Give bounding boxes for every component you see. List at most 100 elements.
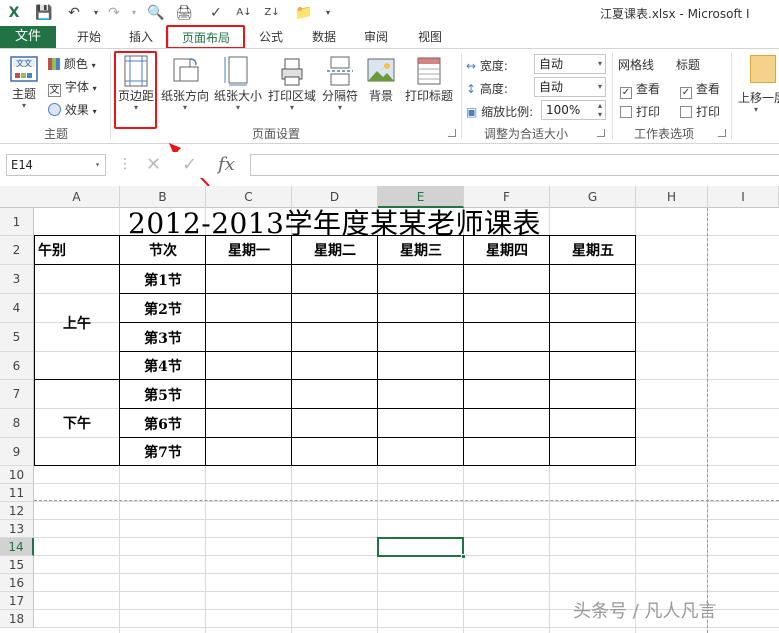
orientation-button[interactable]: 纸张方向 ▾ [160,55,210,112]
column-header-a[interactable]: A [34,186,120,208]
sort-asc-icon[interactable]: A↓ [234,3,254,23]
redo-icon[interactable]: ↷ [104,3,124,23]
active-cell-e14[interactable] [377,537,466,559]
name-box[interactable]: E14 ▾ [6,154,106,176]
row-header-11[interactable]: 11 [0,484,34,502]
tab-view[interactable]: 视图 [408,26,452,48]
column-header-h[interactable]: H [636,186,708,208]
morning-cell[interactable]: 上午 [34,265,120,380]
checkbox-checked-icon: ✓ [680,87,692,99]
scale-label: 缩放比例: [481,105,534,119]
undo-icon[interactable]: ↶ [64,3,84,23]
scale-launcher-icon[interactable] [597,129,605,137]
print-titles-icon [417,57,441,85]
header-monday[interactable]: 星期一 [206,236,292,264]
theme-group-label: 主题 [44,127,69,141]
row-header-4[interactable]: 4 [0,294,34,323]
quick-print-icon[interactable]: 🖨 [174,3,194,23]
row-header-1[interactable]: 1 [0,208,34,236]
tab-review[interactable]: 审阅 [354,26,398,48]
gridline [34,591,779,592]
colors-button[interactable]: 颜色 ▾ [48,55,96,72]
tab-file[interactable]: 文件 [0,26,56,48]
row-header-13[interactable]: 13 [0,520,34,538]
tab-insert[interactable]: 插入 [118,26,164,48]
customize-qat-icon[interactable]: ▾ [318,3,338,23]
header-tuesday[interactable]: 星期二 [292,236,378,264]
enter-icon[interactable]: ✓ [182,154,197,175]
session-cell[interactable]: 第7节 [120,438,206,466]
worksheet-grid[interactable]: ABCDEFGHI 1 2 3 4 5 6 7 8 9 10 11 12 13 14 15 16 17 18 20… [0,186,779,633]
session-cell[interactable]: 第2节 [120,294,206,323]
row-header-14[interactable]: 14 [0,538,34,556]
open-folder-icon[interactable]: 📁 [294,3,314,23]
row-header-10[interactable]: 10 [0,466,34,484]
print-preview-icon[interactable]: 🔍 [146,3,166,23]
print-titles-button[interactable]: 打印标题 [402,55,456,104]
gridlines-print-checkbox[interactable]: 打印 [620,103,660,120]
height-select[interactable]: 自动 ▾ [534,77,606,97]
header-session[interactable]: 节次 [120,236,206,264]
spelling-icon[interactable]: ✓ [206,3,226,23]
session-cell[interactable]: 第5节 [120,380,206,409]
tab-data[interactable]: 数据 [302,26,346,48]
chevron-down-icon: ▾ [337,103,342,112]
gridline [34,519,779,520]
row-header-17[interactable]: 17 [0,592,34,610]
ribbon-tabs: 文件 开始 插入 页面布局 公式 数据 审阅 视图 [0,26,779,48]
chevron-down-icon: ▾ [91,61,96,70]
session-cell[interactable]: 第4节 [120,352,206,380]
gridlines-view-checkbox[interactable]: ✓ 查看 [620,80,660,99]
redo-dropdown-icon[interactable]: ▾ [124,3,144,23]
breaks-button[interactable]: 分隔符 ▾ [320,55,360,112]
bring-forward-label: 上移一层 [738,91,779,105]
header-period[interactable]: 午别 [34,236,120,264]
header-friday[interactable]: 星期五 [550,236,636,264]
tab-home[interactable]: 开始 [66,26,112,48]
formula-input[interactable] [250,154,779,176]
tab-highlight-annotation [166,25,245,49]
row-header-12[interactable]: 12 [0,502,34,520]
column-header-i[interactable]: I [708,186,779,208]
bring-forward-button[interactable]: 上移一层 ▾ [738,55,779,114]
headings-view-checkbox[interactable]: ✓ 查看 [680,80,720,99]
row-header-6[interactable]: 6 [0,352,34,380]
afternoon-cell[interactable]: 下午 [34,380,120,466]
sort-desc-icon[interactable]: Z↓ [262,3,282,23]
row-header-9[interactable]: 9 [0,438,34,466]
row-header-2[interactable]: 2 [0,236,34,265]
tab-formulas[interactable]: 公式 [250,26,292,48]
row-header-3[interactable]: 3 [0,265,34,294]
session-cell[interactable]: 第6节 [120,409,206,438]
effects-button[interactable]: 效果 ▾ [48,101,97,118]
save-icon[interactable]: 💾 [34,3,54,23]
column-header-g[interactable]: G [550,186,636,208]
session-cell[interactable]: 第3节 [120,323,206,352]
session-cell[interactable]: 第1节 [120,265,206,294]
row-header-7[interactable]: 7 [0,380,34,409]
gridlines-view-label: 查看 [636,82,661,96]
themes-button[interactable]: 文文 主题 ▾ [6,55,42,110]
sheet-title: 2012-2013学年度某某老师课表 [128,207,541,240]
group-divider [612,53,613,139]
row-header-18[interactable]: 18 [0,610,34,628]
row-header-5[interactable]: 5 [0,323,34,352]
size-button[interactable]: 纸张大小 ▾ [212,55,264,112]
scale-spinner[interactable]: 100% ▴ ▾ [541,100,606,120]
page-setup-launcher-icon[interactable] [448,129,456,137]
sheet-options-launcher-icon[interactable] [718,129,726,137]
width-select[interactable]: 自动 ▾ [534,54,606,74]
cancel-icon[interactable]: ✕ [146,154,161,175]
row-header-16[interactable]: 16 [0,574,34,592]
fill-handle[interactable] [461,554,466,559]
background-button[interactable]: 背景 [364,55,398,104]
row-header-8[interactable]: 8 [0,409,34,438]
fonts-button[interactable]: 文 字体 ▾ [48,78,97,97]
print-area-button[interactable]: 打印区域 ▾ [266,55,318,112]
insert-function-icon[interactable]: fx [218,154,235,175]
header-wednesday[interactable]: 星期三 [378,236,464,264]
header-thursday[interactable]: 星期四 [464,236,550,264]
row-header-15[interactable]: 15 [0,556,34,574]
undo-dropdown-icon[interactable]: ▾ [86,3,106,23]
headings-print-checkbox[interactable]: 打印 [680,103,720,120]
